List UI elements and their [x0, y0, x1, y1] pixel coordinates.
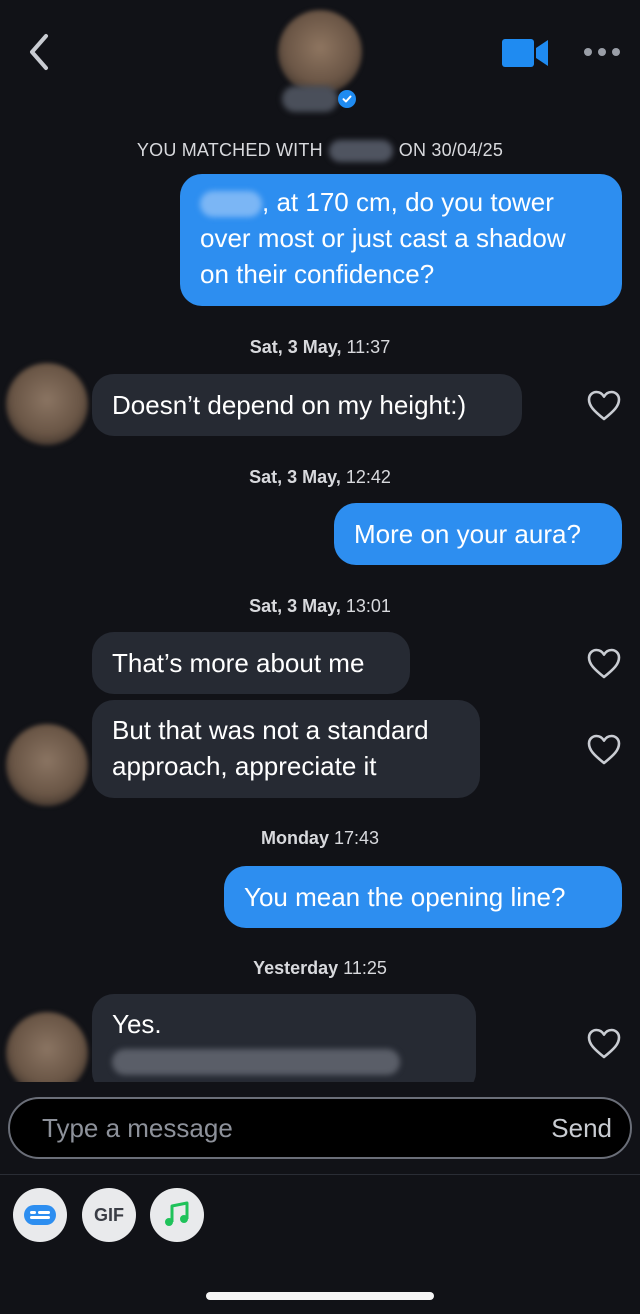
redacted-text	[112, 1049, 400, 1076]
like-button[interactable]	[586, 388, 622, 424]
timestamp: Yesterday 11:25	[253, 958, 387, 978]
gif-label: GIF	[94, 1204, 124, 1225]
timestamp: Sat, 3 May, 12:42	[249, 467, 391, 487]
match-suffix: ON 30/04/25	[398, 140, 504, 160]
heart-icon	[587, 648, 621, 679]
message-input[interactable]	[42, 1099, 502, 1157]
incoming-message[interactable]: Doesn’t depend on my height:)	[92, 374, 522, 436]
chat-header	[0, 0, 640, 120]
message-composer: Send	[8, 1097, 632, 1159]
sender-avatar[interactable]	[6, 1012, 88, 1082]
message-text: Yes.	[112, 1009, 162, 1039]
message-text: over most or just cast a shadow	[200, 223, 566, 253]
timestamp: Sat, 3 May, 13:01	[249, 596, 391, 616]
like-button[interactable]	[586, 646, 622, 682]
chevron-left-icon	[30, 34, 48, 70]
timestamp: Monday 17:43	[260, 828, 380, 848]
video-camera-icon	[502, 39, 548, 67]
message-text: You mean the opening line?	[244, 882, 566, 912]
match-prefix: YOU MATCHED WITH	[136, 140, 323, 160]
gif-button[interactable]: GIF	[82, 1188, 136, 1242]
sticker-button[interactable]	[13, 1188, 67, 1242]
incoming-message[interactable]: That’s more about me	[92, 632, 410, 694]
message-text: , at 170 cm, do you tower	[262, 187, 554, 217]
match-name-redacted	[328, 140, 393, 163]
more-dots-icon	[584, 48, 620, 56]
message-text: approach, appreciate it	[112, 751, 377, 781]
message-text: That’s more about me	[112, 648, 365, 678]
outgoing-message[interactable]: More on your aura?	[334, 503, 622, 565]
match-info: YOU MATCHED WITH ON 30/04/25	[0, 140, 640, 163]
heart-icon	[587, 734, 621, 765]
message-text: on their confidence?	[200, 259, 435, 289]
sender-avatar[interactable]	[6, 363, 88, 445]
music-note-icon	[165, 1201, 189, 1226]
redacted-name	[200, 191, 262, 218]
timestamp: Sat, 3 May, 11:37	[249, 337, 391, 357]
message-text: But that was not a standard	[112, 715, 429, 745]
incoming-message[interactable]: But that was not a standard approach, ap…	[92, 700, 480, 798]
more-options-button[interactable]	[580, 40, 624, 64]
sticker-icon	[24, 1205, 56, 1225]
match-name-redacted[interactable]	[282, 86, 338, 112]
music-button[interactable]	[150, 1188, 204, 1242]
like-button[interactable]	[586, 1026, 622, 1062]
verified-check-icon	[338, 90, 356, 108]
message-text: Doesn’t depend on my height:)	[112, 390, 467, 420]
sender-avatar[interactable]	[6, 724, 88, 806]
heart-icon	[587, 1028, 621, 1059]
incoming-message[interactable]: Yes.	[92, 994, 476, 1082]
match-avatar[interactable]	[278, 10, 362, 94]
divider	[0, 1174, 640, 1175]
home-indicator[interactable]	[206, 1292, 434, 1300]
back-button[interactable]	[20, 32, 60, 72]
video-call-button[interactable]	[500, 36, 552, 70]
outgoing-message[interactable]: , at 170 cm, do you tower over most or j…	[180, 174, 622, 306]
send-button[interactable]: Send	[551, 1099, 612, 1157]
message-list[interactable]: YOU MATCHED WITH ON 30/04/25 , at 170 cm,…	[0, 130, 640, 1082]
message-text: More on your aura?	[354, 519, 581, 549]
heart-icon	[587, 390, 621, 421]
outgoing-message[interactable]: You mean the opening line?	[224, 866, 622, 928]
like-button[interactable]	[586, 732, 622, 768]
